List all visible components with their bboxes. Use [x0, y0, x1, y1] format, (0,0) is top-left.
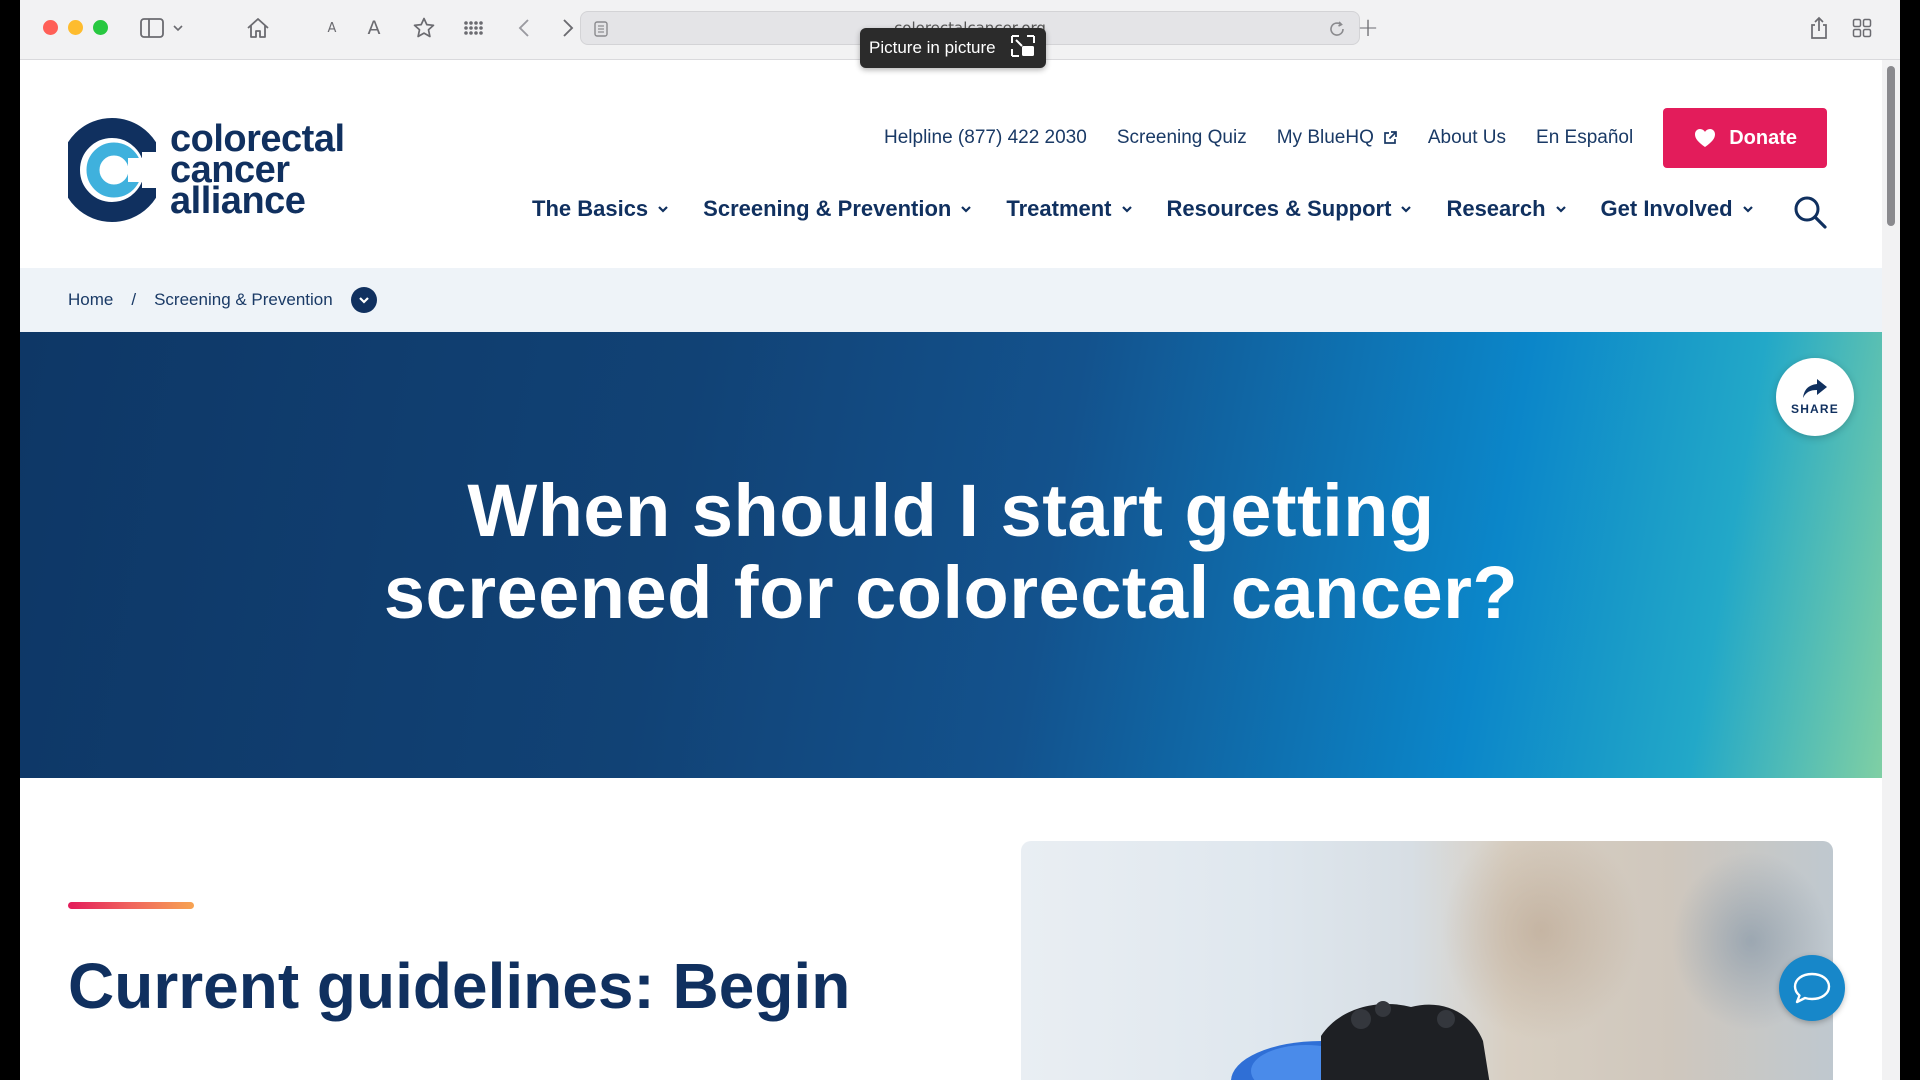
site-logo[interactable]: colorectal cancer alliance — [60, 112, 345, 228]
share-icon[interactable] — [1805, 14, 1833, 42]
helpline-link[interactable]: Helpline (877) 422 2030 — [884, 127, 1087, 149]
forward-icon[interactable] — [554, 14, 582, 42]
breadcrumb-separator: / — [131, 290, 137, 309]
nav-resources-support[interactable]: Resources & Support — [1167, 196, 1413, 222]
chevron-down-icon — [658, 206, 668, 213]
chevron-down-icon — [358, 297, 369, 304]
share-button[interactable]: SHARE — [1776, 358, 1854, 436]
back-icon[interactable] — [510, 14, 538, 42]
breadcrumb-screening-prevention[interactable]: Screening & Prevention — [154, 290, 333, 310]
tab-overview-icon[interactable] — [1848, 14, 1876, 42]
chat-bubble-icon — [1793, 972, 1831, 1004]
site-header: colorectal cancer alliance Helpline (877… — [20, 60, 1882, 268]
new-tab-button[interactable]: + — [1354, 13, 1382, 43]
reload-icon[interactable] — [1323, 15, 1351, 43]
chevron-down-icon[interactable] — [170, 14, 186, 42]
hero-banner: When should I start getting screened for… — [20, 332, 1882, 778]
share-arrow-icon — [1803, 379, 1827, 398]
pip-tooltip-label: Picture in picture — [869, 38, 996, 57]
en-espanol-link[interactable]: En Español — [1536, 127, 1633, 149]
nav-label: Resources & Support — [1166, 196, 1392, 221]
nav-research[interactable]: Research — [1446, 196, 1566, 222]
nav-label: Screening & Prevention — [703, 196, 952, 221]
logo-mark-icon — [60, 112, 164, 228]
donate-button[interactable]: Donate — [1663, 108, 1827, 168]
page-title-line: screened for colorectal cancer? — [383, 551, 1519, 634]
web-page: colorectal cancer alliance Helpline (877… — [20, 60, 1882, 1080]
chevron-down-icon — [1742, 206, 1753, 213]
pip-tooltip: Picture in picture — [860, 28, 1046, 68]
grid-icon[interactable] — [460, 14, 488, 42]
nav-the-basics[interactable]: The Basics — [532, 196, 669, 222]
article-section: Current guidelines: Begin — [20, 778, 1882, 1080]
text-smaller-button[interactable]: A — [318, 14, 346, 42]
text-larger-button[interactable]: A — [360, 14, 388, 42]
page-title: When should I start getting screened for… — [20, 470, 1882, 634]
chevron-down-icon — [961, 206, 972, 213]
logo-line: alliance — [170, 179, 306, 222]
nav-label: Treatment — [1006, 196, 1112, 221]
nav-label: Get Involved — [1600, 196, 1733, 221]
screening-kit-image — [1231, 1001, 1490, 1080]
minimize-window-button[interactable] — [68, 20, 83, 35]
sidebar-toggle-icon[interactable] — [138, 14, 166, 42]
nav-get-involved[interactable]: Get Involved — [1601, 196, 1754, 222]
main-nav: The Basics Screening & Prevention Treatm… — [532, 196, 1754, 222]
chevron-down-icon — [1555, 206, 1566, 213]
about-us-link[interactable]: About Us — [1428, 127, 1506, 149]
breadcrumb: Home / Screening & Prevention — [20, 268, 1882, 332]
page-scrollbar[interactable] — [1882, 60, 1900, 1080]
heart-icon — [1695, 129, 1716, 147]
page-title-line: When should I start getting — [467, 469, 1435, 552]
screening-quiz-link[interactable]: Screening Quiz — [1117, 127, 1247, 149]
share-label: SHARE — [1790, 402, 1839, 416]
logo-wordmark: colorectal cancer alliance — [170, 120, 345, 222]
search-icon[interactable] — [1792, 194, 1828, 230]
utility-nav: Helpline (877) 422 2030 Screening Quiz M… — [884, 108, 1827, 168]
my-bluehq-link[interactable]: My BlueHQ — [1277, 127, 1398, 149]
chevron-down-icon — [1121, 206, 1132, 213]
nav-label: The Basics — [532, 196, 649, 221]
picture-in-picture-icon[interactable] — [1010, 34, 1036, 63]
breadcrumb-expand-button[interactable] — [350, 287, 377, 313]
breadcrumb-home[interactable]: Home — [68, 290, 113, 310]
accent-divider — [68, 902, 194, 909]
nav-treatment[interactable]: Treatment — [1006, 196, 1132, 222]
chat-button[interactable] — [1779, 955, 1845, 1021]
external-link-icon — [1384, 131, 1397, 144]
scrollbar-thumb[interactable] — [1887, 66, 1895, 226]
donate-label: Donate — [1729, 126, 1797, 149]
nav-label: Research — [1446, 196, 1546, 221]
fullscreen-window-button[interactable] — [93, 20, 108, 35]
chevron-down-icon — [1401, 206, 1412, 213]
my-bluehq-label: My BlueHQ — [1276, 127, 1374, 148]
close-window-button[interactable] — [43, 20, 58, 35]
nav-screening-prevention[interactable]: Screening & Prevention — [703, 196, 972, 222]
star-icon[interactable] — [410, 14, 438, 42]
section-heading: Current guidelines: Begin — [68, 950, 851, 1022]
home-icon[interactable] — [244, 14, 272, 42]
article-photo — [1021, 841, 1833, 1080]
